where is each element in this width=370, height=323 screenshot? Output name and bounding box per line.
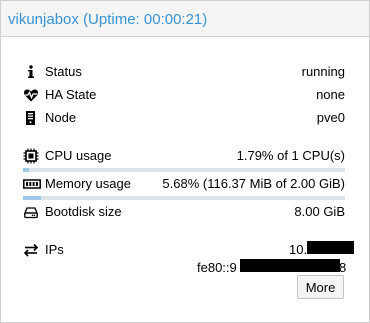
ipv4-address: 10. [289,242,308,257]
ipv6-address-suffix: 8 [339,260,347,275]
ha-state-value: none [316,87,345,102]
cpu-usage-bar-fill [23,168,29,172]
memory-usage-label: Memory usage [45,176,131,191]
memory-icon [23,176,41,192]
node-value: pve0 [316,110,345,125]
status-row: Status running [23,63,345,81]
server-icon [23,110,39,126]
status-label: Status [45,64,82,79]
cpu-usage-label: CPU usage [45,148,112,163]
ipv6-redaction [240,259,340,272]
node-row: Node pve0 [23,109,345,127]
exchange-icon [23,242,39,258]
bootdisk-row: Bootdisk size 8.00 GiB [23,203,345,221]
heartbeat-icon [23,87,39,103]
status-value: running [301,64,345,79]
memory-usage-bar-fill [23,196,42,200]
ips-label: IPs [45,242,64,257]
ipv4-redaction [307,241,354,254]
bootdisk-label: Bootdisk size [45,204,122,219]
node-label: Node [45,110,77,125]
ipv6-address-prefix: fe80::9 [197,260,237,275]
panel-header: vikunjabox (Uptime: 00:00:21) [1,1,369,37]
info-icon [23,64,39,80]
bootdisk-value: 8.00 GiB [294,204,345,219]
cpu-usage-row: CPU usage 1.79% of 1 CPU(s) [23,147,345,165]
memory-usage-bar [23,196,345,200]
memory-usage-row: Memory usage 5.68% (116.37 MiB of 2.00 G… [23,175,345,193]
panel-title: vikunjabox (Uptime: 00:00:21) [8,11,208,28]
cpu-usage-bar [23,168,345,172]
memory-usage-value: 5.68% (116.37 MiB of 2.00 GiB) [162,176,345,191]
cpu-usage-value: 1.79% of 1 CPU(s) [236,148,345,163]
cpu-icon [23,148,39,164]
ha-state-label: HA State [45,87,97,102]
vm-summary-panel: vikunjabox (Uptime: 00:00:21) Status run… [0,0,370,323]
hdd-icon [23,204,39,220]
ha-state-row: HA State none [23,86,345,104]
more-button[interactable]: More [297,275,344,299]
